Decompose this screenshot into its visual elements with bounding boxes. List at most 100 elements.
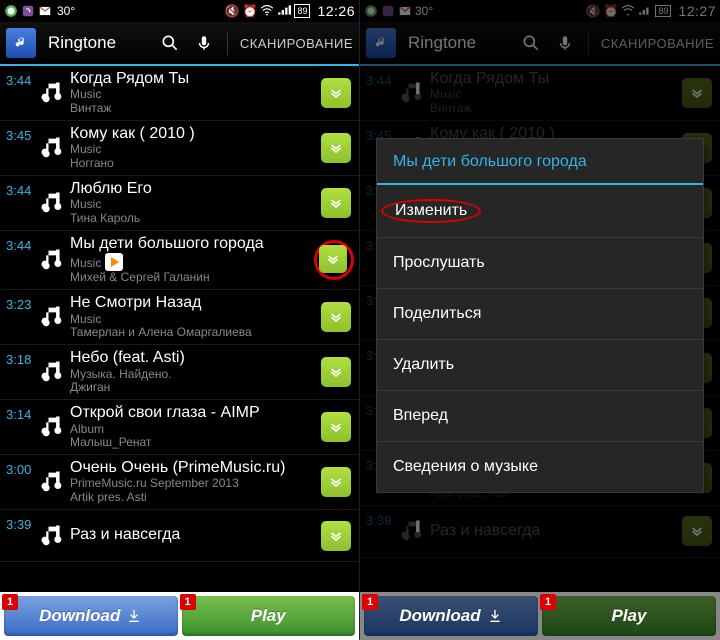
temperature: 30° (57, 4, 75, 18)
song-title: Мы дети большого города (70, 235, 313, 253)
download-highlight (317, 243, 351, 277)
dialog-title: Мы дети большого города (377, 139, 703, 183)
song-album: Music (70, 253, 313, 271)
menu-item[interactable]: Удалить (377, 340, 703, 391)
music-note-icon (38, 358, 66, 386)
song-row[interactable]: 3:44 Мы дети большого городаMusicМихей & … (0, 231, 359, 290)
gmail-icon (38, 4, 52, 18)
download-song-button[interactable] (321, 78, 351, 108)
song-artist: Малыш_Ренат (70, 436, 317, 450)
screenshot-left: 30° 🔇 ⏰ 89 12:26 Ringtone СКАНИРОВАНИЕ 3… (0, 0, 360, 640)
song-duration: 3:44 (6, 70, 36, 88)
viber-icon (21, 4, 35, 18)
context-menu: Мы дети большого города ИзменитьПрослуша… (376, 138, 704, 493)
song-title: Открой свои глаза - AIMP (70, 404, 317, 422)
wifi-icon (260, 3, 274, 20)
song-row[interactable]: 3:39Раз и навсегда (0, 510, 359, 562)
music-note-icon (38, 468, 66, 496)
status-bar: 30° 🔇 ⏰ 89 12:26 (0, 0, 359, 22)
song-album: Music (70, 198, 317, 212)
mic-icon[interactable] (193, 32, 215, 54)
song-album: PrimeMusic.ru September 2013 (70, 477, 317, 491)
scan-button[interactable]: СКАНИРОВАНИЕ (240, 36, 353, 51)
clock: 12:26 (317, 3, 355, 19)
download-song-button[interactable] (321, 133, 351, 163)
song-title: Люблю Его (70, 180, 317, 198)
song-meta: Когда Рядом ТыMusicВинтаж (70, 70, 321, 116)
song-meta: Люблю ЕгоMusicТина Кароль (70, 180, 321, 226)
song-duration: 3:00 (6, 459, 36, 477)
mute-icon: 🔇 (225, 4, 240, 18)
signal-icon (277, 3, 291, 20)
download-arrow-icon (126, 608, 142, 624)
bottom-bar: 1 Download 1 Play (360, 592, 720, 640)
song-album: Album (70, 423, 317, 437)
music-note-icon (38, 413, 66, 441)
song-row[interactable]: 3:45 Кому как ( 2010 )MusicНоггано (0, 121, 359, 176)
song-meta: Открой свои глаза - AIMPAlbumМалыш_Ренат (70, 404, 321, 450)
song-artist: Ноггано (70, 157, 317, 171)
song-duration: 3:45 (6, 125, 36, 143)
song-title: Когда Рядом Ты (70, 70, 317, 88)
song-duration: 3:44 (6, 235, 36, 253)
alarm-icon: ⏰ (242, 4, 257, 18)
song-meta: Небо (feat. Asti)Музыка. Найдено.Джиган (70, 349, 321, 395)
music-note-icon (38, 79, 66, 107)
download-song-button[interactable] (321, 467, 351, 497)
song-row[interactable]: 3:00 Очень Очень (PrimeMusic.ru)PrimeMusi… (0, 455, 359, 510)
song-artist: Винтаж (70, 102, 317, 116)
song-artist: Тина Кароль (70, 212, 317, 226)
song-album: Music (70, 88, 317, 102)
music-note-icon (38, 134, 66, 162)
download-song-button[interactable] (321, 412, 351, 442)
song-row[interactable]: 3:14 Открой свои глаза - AIMPAlbumМалыш_Р… (0, 400, 359, 455)
song-meta: Мы дети большого городаMusicМихей & Серг… (70, 235, 317, 285)
song-title: Не Смотри Назад (70, 294, 317, 312)
song-artist: Джиган (70, 381, 317, 395)
menu-item[interactable]: Вперед (377, 391, 703, 442)
menu-item[interactable]: Сведения о музыке (377, 442, 703, 492)
song-duration: 3:14 (6, 404, 36, 422)
music-note-icon (38, 303, 66, 331)
play-badge: 1 (180, 594, 196, 610)
song-title: Небо (feat. Asti) (70, 349, 317, 367)
search-icon[interactable] (159, 32, 181, 54)
song-duration: 3:18 (6, 349, 36, 367)
song-title: Кому как ( 2010 ) (70, 125, 317, 143)
play-button[interactable]: 1 Play (182, 596, 356, 636)
song-album: Музыка. Найдено. (70, 368, 317, 382)
now-playing-icon (105, 253, 123, 271)
download-song-button[interactable] (321, 357, 351, 387)
song-album: Music (70, 313, 317, 327)
download-badge: 1 (2, 594, 18, 610)
menu-item[interactable]: Изменить (377, 185, 703, 238)
song-list[interactable]: 3:44Когда Рядом ТыMusicВинтаж3:45Кому ка… (0, 66, 359, 562)
song-row[interactable]: 3:23 Не Смотри НазадMusicТамерлан и Алена… (0, 290, 359, 345)
download-song-button[interactable] (321, 302, 351, 332)
battery-icon: 89 (294, 4, 310, 18)
app-title: Ringtone (48, 33, 116, 53)
download-song-button[interactable] (321, 188, 351, 218)
play-button[interactable]: 1 Play (542, 596, 716, 636)
song-title: Очень Очень (PrimeMusic.ru) (70, 459, 317, 477)
song-meta: Кому как ( 2010 )MusicНоггано (70, 125, 321, 171)
song-album: Music (70, 143, 317, 157)
bottom-bar: 1 Download 1 Play (0, 592, 359, 640)
song-row[interactable]: 3:44 Когда Рядом ТыMusicВинтаж (0, 66, 359, 121)
screenshot-right: 30° 🔇 ⏰ 89 12:27 Ringtone СКАНИРОВАНИЕ 3… (360, 0, 720, 640)
download-button[interactable]: 1 Download (364, 596, 538, 636)
download-button[interactable]: 1 Download (4, 596, 178, 636)
song-row[interactable]: 3:18 Небо (feat. Asti)Музыка. Найдено.Джи… (0, 345, 359, 400)
song-title: Раз и навсегда (70, 526, 317, 544)
song-row[interactable]: 3:44Люблю ЕгоMusicТина Кароль (0, 176, 359, 231)
app-icon[interactable] (6, 28, 36, 58)
download-song-button[interactable] (319, 245, 347, 273)
song-meta: Не Смотри НазадMusicТамерлан и Алена Ома… (70, 294, 321, 340)
menu-item[interactable]: Прослушать (377, 238, 703, 289)
song-duration: 3:23 (6, 294, 36, 312)
menu-item[interactable]: Поделиться (377, 289, 703, 340)
song-meta: Раз и навсегда (70, 526, 321, 544)
app-bar: Ringtone СКАНИРОВАНИЕ (0, 22, 359, 66)
music-note-icon (38, 189, 66, 217)
download-song-button[interactable] (321, 521, 351, 551)
